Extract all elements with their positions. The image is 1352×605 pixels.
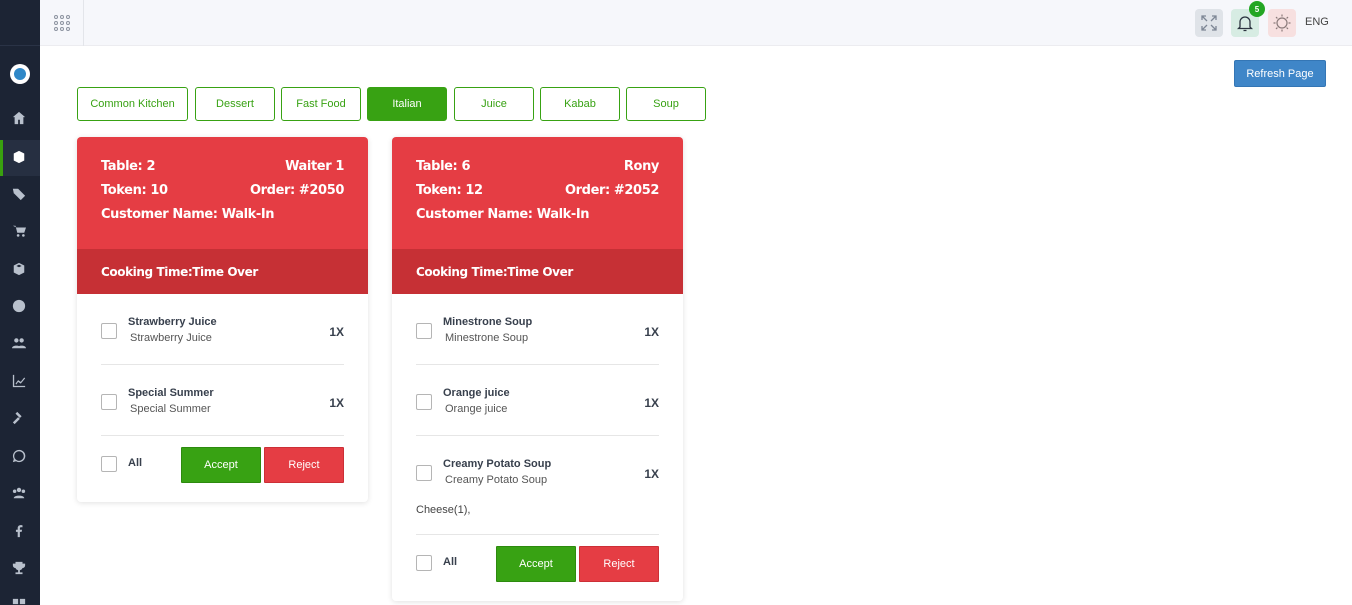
item-quantity: 1X	[644, 325, 659, 339]
facebook-icon[interactable]	[10, 522, 28, 540]
order-item: Strawberry Juice Strawberry Juice 1X	[101, 294, 344, 365]
waiter-name: Waiter 1	[285, 159, 344, 174]
item-name: Minestrone Soup	[443, 316, 533, 328]
notification-count-badge: 5	[1249, 1, 1265, 17]
order-item: Creamy Potato Soup Creamy Potato Soup 1X	[416, 436, 659, 496]
select-all-label: All	[443, 556, 458, 568]
item-variant: Minestrone Soup	[445, 332, 529, 344]
item-checkbox[interactable]	[101, 394, 117, 410]
item-quantity: 1X	[644, 467, 659, 481]
logo-icon[interactable]	[10, 64, 30, 84]
item-checkbox[interactable]	[416, 323, 432, 339]
fullscreen-button[interactable]	[1195, 9, 1223, 37]
order-number: Order: #2052	[565, 183, 659, 198]
package-icon[interactable]	[10, 260, 28, 278]
notifications-button[interactable]: 5	[1231, 1, 1265, 37]
box-icon[interactable]	[10, 148, 28, 166]
customer-name: Customer Name: Walk-In	[416, 207, 590, 222]
cooking-time: Cooking Time:Time Over	[392, 249, 683, 294]
tab-common-kitchen[interactable]: Common Kitchen	[77, 87, 188, 121]
tab-kabab[interactable]: Kabab	[540, 87, 620, 121]
chart-icon[interactable]	[10, 372, 28, 390]
order-card-footer: All Accept Reject	[101, 436, 344, 502]
customer-name: Customer Name: Walk-In	[101, 207, 275, 222]
item-variant: Creamy Potato Soup	[445, 474, 548, 486]
sun-icon	[1273, 14, 1291, 32]
parking-icon[interactable]	[10, 297, 28, 315]
home-icon[interactable]	[10, 109, 28, 127]
reject-button[interactable]: Reject	[264, 447, 344, 483]
item-name: Special Summer	[128, 387, 214, 399]
accept-button[interactable]: Accept	[496, 546, 576, 582]
item-name: Creamy Potato Soup	[443, 458, 552, 470]
trophy-icon[interactable]	[10, 559, 28, 577]
table-number: Table: 6	[416, 159, 471, 174]
item-addons: Cheese(1),	[416, 496, 659, 535]
item-checkbox[interactable]	[101, 323, 117, 339]
order-card: Table: 2 Waiter 1 Token: 10 Order: #2050 C…	[77, 137, 368, 502]
top-header: 5 ENG	[40, 0, 1352, 46]
order-item: Minestrone Soup Minestrone Soup 1X	[416, 294, 659, 365]
order-card-footer: All Accept Reject	[416, 535, 659, 601]
select-all-checkbox[interactable]	[101, 456, 117, 472]
group-icon[interactable]	[10, 484, 28, 502]
users-icon[interactable]	[10, 334, 28, 352]
item-checkbox[interactable]	[416, 465, 432, 481]
table-number: Table: 2	[101, 159, 156, 174]
item-quantity: 1X	[329, 325, 344, 339]
order-card: Table: 6 Rony Token: 12 Order: #2052 Custo…	[392, 137, 683, 601]
accept-button[interactable]: Accept	[181, 447, 261, 483]
sidebar-top	[0, 0, 40, 46]
item-quantity: 1X	[644, 396, 659, 410]
expand-icon	[1201, 15, 1217, 31]
order-item: Special Summer Special Summer 1X	[101, 365, 344, 436]
token-number: Token: 12	[416, 183, 483, 198]
sidebar	[0, 0, 40, 605]
tags-icon[interactable]	[10, 185, 28, 203]
gavel-icon[interactable]	[10, 409, 28, 427]
cart-icon[interactable]	[10, 222, 28, 240]
item-name: Strawberry Juice	[128, 316, 217, 328]
order-card-header: Table: 6 Rony Token: 12 Order: #2052 Custo…	[392, 137, 683, 249]
grid-icon[interactable]	[10, 596, 28, 605]
tab-juice[interactable]: Juice	[454, 87, 534, 121]
item-name: Orange juice	[443, 387, 510, 399]
token-number: Token: 10	[101, 183, 168, 198]
bell-icon	[1237, 15, 1253, 31]
order-item: Orange juice Orange juice 1X	[416, 365, 659, 436]
select-all-checkbox[interactable]	[416, 555, 432, 571]
apps-menu-icon[interactable]	[40, 0, 84, 46]
item-variant: Strawberry Juice	[130, 332, 212, 344]
tab-italian[interactable]: Italian	[367, 87, 447, 121]
tab-fast-food[interactable]: Fast Food	[281, 87, 361, 121]
tab-dessert[interactable]: Dessert	[195, 87, 275, 121]
item-checkbox[interactable]	[416, 394, 432, 410]
order-number: Order: #2050	[250, 183, 344, 198]
whatsapp-icon[interactable]	[10, 447, 28, 465]
tab-soup[interactable]: Soup	[626, 87, 706, 121]
item-variant: Special Summer	[130, 403, 211, 415]
reject-button[interactable]: Reject	[579, 546, 659, 582]
language-selector[interactable]: ENG	[1305, 16, 1329, 28]
order-card-header: Table: 2 Waiter 1 Token: 10 Order: #2050 C…	[77, 137, 368, 249]
item-quantity: 1X	[329, 396, 344, 410]
theme-toggle-button[interactable]	[1268, 9, 1296, 37]
refresh-page-button[interactable]: Refresh Page	[1234, 60, 1326, 87]
select-all-label: All	[128, 457, 143, 469]
waiter-name: Rony	[623, 159, 659, 174]
item-variant: Orange juice	[445, 403, 508, 415]
cooking-time: Cooking Time:Time Over	[77, 249, 368, 294]
